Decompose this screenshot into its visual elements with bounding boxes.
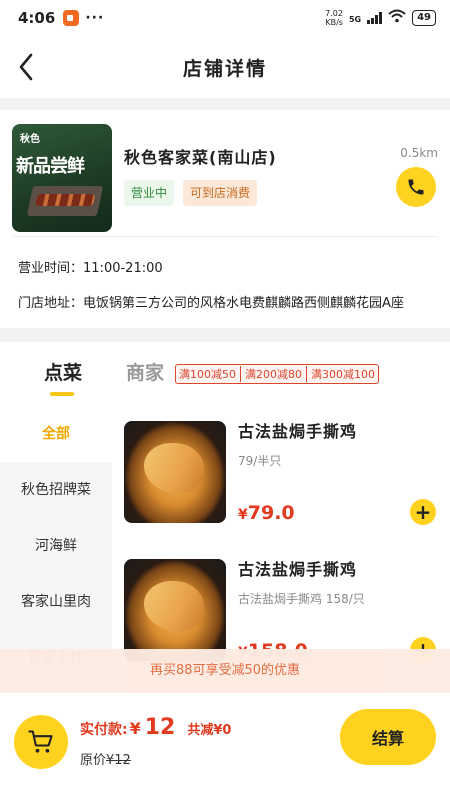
add-to-cart-button[interactable]: +: [410, 499, 436, 525]
business-hours-label: 营业时间：: [18, 261, 84, 276]
store-image-logo: 秋色: [20, 134, 40, 145]
tab-dishes[interactable]: 点菜: [44, 358, 82, 385]
original-price: ¥12: [106, 753, 131, 768]
app-notification-icon: [63, 10, 80, 26]
category-item-seafood[interactable]: 河海鲜: [0, 518, 112, 574]
pay-amount: ¥12: [130, 715, 176, 740]
signal-icon: [367, 12, 383, 24]
store-address-value: 电饭锅第三方公司的风格水电费麒麟路西侧麒麟花园A座: [83, 296, 404, 311]
dish-description: 79/半只: [238, 454, 282, 468]
cart-button[interactable]: [14, 715, 68, 769]
dish-item[interactable]: 古法盐焗手撕鸡 79/半只 ¥79.0 +: [124, 418, 442, 526]
dish-name: 古法盐焗手撕鸡: [238, 560, 358, 579]
original-price-line: 原价¥12: [80, 749, 131, 768]
call-button[interactable]: [396, 167, 436, 207]
pay-symbol: ¥: [129, 719, 141, 738]
battery-icon: 49: [412, 10, 436, 26]
more-notifications-icon: ···: [85, 10, 105, 26]
dish-name: 古法盐焗手撕鸡: [238, 422, 358, 441]
store-image[interactable]: 秋色 新品尝鲜: [12, 124, 112, 232]
checkout-bar: 实付款: ¥12 共减¥0 原价¥12 结算: [0, 693, 450, 800]
category-item-all[interactable]: 全部: [0, 406, 112, 462]
back-button[interactable]: [10, 50, 42, 84]
coupon-item: 满200减80: [240, 366, 302, 382]
price-value: 79.0: [247, 502, 295, 524]
tabs-row: 点菜 商家 满100减50 满200减80 满300减100: [0, 342, 450, 402]
original-price-label: 原价: [80, 753, 107, 768]
tab-active-indicator: [50, 392, 74, 396]
network-speed: 7.02 KB/s: [325, 9, 343, 27]
wifi-icon: [388, 9, 406, 27]
status-bar: 4:06 ··· 7.02 KB/s 5G 49: [0, 0, 450, 36]
dish-item[interactable]: 古法盐焗手撕鸡 古法盐焗手撕鸡 158/只 ¥158.0 +: [124, 556, 442, 664]
price-symbol: ¥: [238, 507, 248, 523]
pay-summary: 实付款: ¥12 共减¥0: [80, 715, 231, 740]
status-badge-open: 营业中: [124, 180, 175, 206]
store-address[interactable]: 门店地址：电饭锅第三方公司的风格水电费麒麟路西侧麒麟花园A座: [18, 292, 450, 311]
network-type: 5G: [348, 15, 362, 24]
food-tray-illustration: [26, 186, 104, 216]
network-speed-value: 7.02: [325, 9, 343, 18]
phone-icon: [408, 179, 424, 195]
coupon-item: 满100减50: [179, 368, 236, 381]
chevron-left-icon: [19, 53, 33, 81]
business-hours: 营业时间：11:00-21:00: [18, 257, 163, 276]
category-item-hakka-meat[interactable]: 客家山里肉: [0, 574, 112, 630]
divider: [12, 236, 438, 237]
promo-banner: 再买88可享受减50的优惠: [0, 649, 450, 693]
checkout-button[interactable]: 结算: [340, 709, 436, 765]
plus-icon: +: [414, 500, 432, 524]
dish-image: [124, 421, 226, 523]
coupon-item: 满300减100: [306, 366, 375, 382]
status-right-group: 7.02 KB/s 5G 49: [325, 9, 436, 27]
network-speed-unit: KB/s: [325, 18, 343, 27]
tab-merchant[interactable]: 商家: [126, 358, 164, 385]
discount-total: 共减¥0: [187, 723, 232, 738]
nav-bar: 店铺详情: [0, 36, 450, 98]
category-item-signature[interactable]: 秋色招牌菜: [0, 462, 112, 518]
store-info-card: 秋色 新品尝鲜 秋色客家菜(南山店) 营业中 可到店消费 0.5km 营业时间：…: [0, 110, 450, 328]
business-hours-value: 11:00-21:00: [83, 261, 163, 276]
cart-icon: [28, 730, 53, 753]
coupon-strip[interactable]: 满100减50 满200减80 满300减100: [175, 364, 379, 384]
page-title: 店铺详情: [182, 57, 267, 80]
store-address-label: 门店地址：: [18, 296, 84, 311]
dish-description: 古法盐焗手撕鸡 158/只: [238, 592, 365, 606]
dish-image: [124, 559, 226, 661]
status-time: 4:06: [18, 9, 56, 27]
dish-price: ¥79.0: [238, 502, 295, 524]
pay-amount-value: 12: [144, 715, 176, 740]
pay-label: 实付款:: [80, 722, 128, 738]
status-badge-in-store: 可到店消费: [183, 180, 258, 206]
store-distance: 0.5km: [400, 146, 438, 160]
store-image-promo-text: 新品尝鲜: [16, 156, 85, 177]
store-name: 秋色客家菜(南山店): [124, 148, 277, 167]
